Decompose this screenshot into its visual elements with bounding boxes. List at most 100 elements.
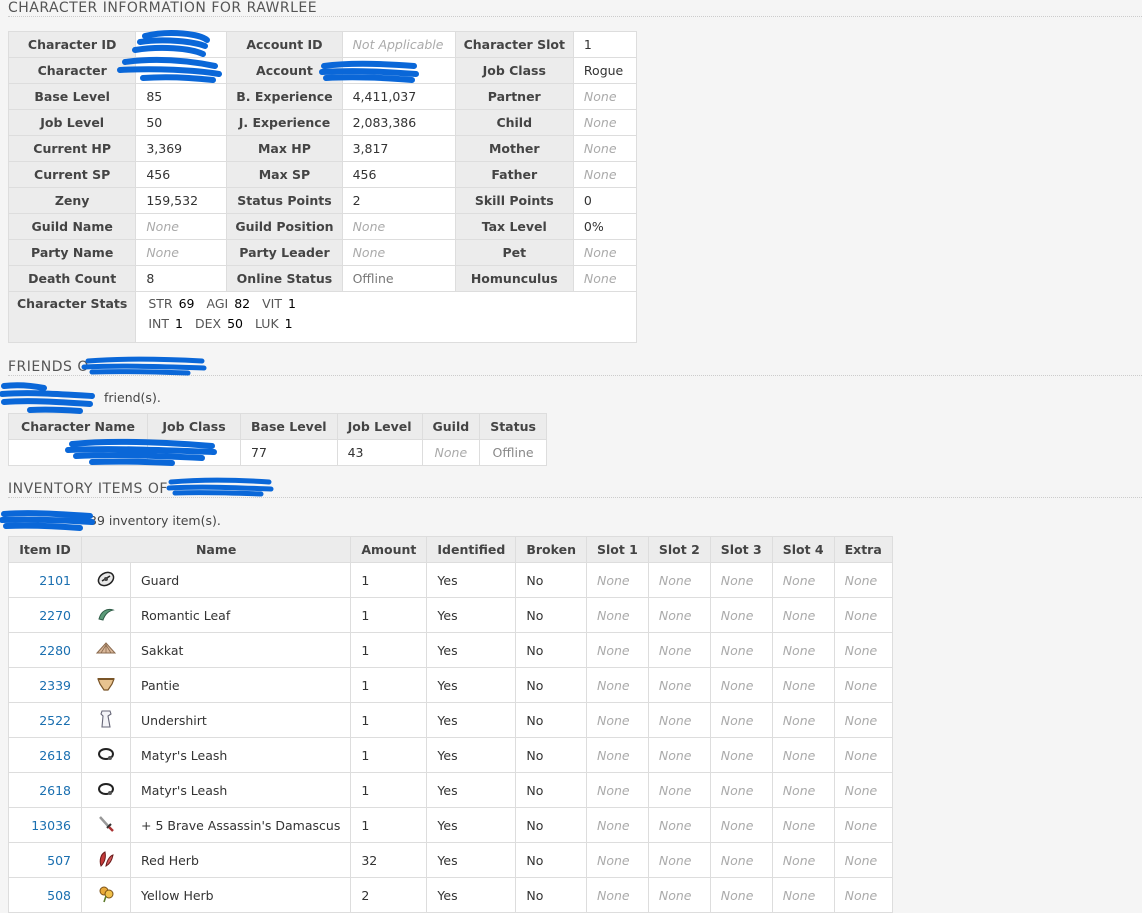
item-slot-1: None bbox=[585, 702, 649, 738]
character-info-row: Base Level 85 B. Experience 4,411,037 Partne… bbox=[7, 83, 637, 110]
item-slot-2: None bbox=[647, 842, 711, 878]
item-slot-4: None bbox=[771, 597, 835, 633]
item-slot-2: None bbox=[647, 877, 711, 913]
item-amount: 32 bbox=[350, 842, 428, 878]
stat-str-value: 69 bbox=[178, 296, 195, 311]
item-id-link[interactable]: 508 bbox=[8, 877, 82, 913]
item-slot-4: None bbox=[771, 877, 835, 913]
item-id-link[interactable]: 2270 bbox=[8, 597, 82, 633]
item-icon-cell bbox=[81, 562, 131, 598]
item-name: Undershirt bbox=[129, 702, 352, 738]
item-name: Matyr's Leash bbox=[129, 772, 352, 808]
item-extra: None bbox=[833, 772, 893, 808]
item-slot-3: None bbox=[709, 632, 773, 668]
item-broken: No bbox=[515, 632, 587, 668]
party-leader-label: Party Leader bbox=[226, 239, 343, 266]
item-id-link[interactable]: 2618 bbox=[8, 737, 82, 773]
item-slot-3: None bbox=[709, 562, 773, 598]
item-broken: No bbox=[515, 737, 587, 773]
stats-line: STR 69 AGI 82 VIT 1 bbox=[148, 294, 624, 314]
skill-points-value: 0 bbox=[572, 187, 637, 214]
friend-row: 77 43 None Offline bbox=[8, 439, 547, 466]
tax-level-value: 0% bbox=[572, 213, 637, 240]
yellow-herb-icon bbox=[95, 883, 117, 905]
item-id-link[interactable]: 13036 bbox=[8, 807, 82, 843]
item-icon-cell bbox=[81, 702, 131, 738]
character-info-row: Guild Name None Guild Position None Tax Leve… bbox=[7, 213, 637, 240]
stat-str-label: STR bbox=[148, 296, 173, 311]
item-slot-1: None bbox=[585, 877, 649, 913]
inventory-col-name: Name bbox=[80, 536, 352, 563]
character-stats-values: STR 69 AGI 82 VIT 1 INT 1 DEX 50 LUK 1 bbox=[135, 291, 637, 343]
account-value bbox=[341, 57, 456, 84]
item-amount: 1 bbox=[350, 597, 428, 633]
stats-line: INT 1 DEX 50 LUK 1 bbox=[148, 314, 624, 334]
item-id-link[interactable]: 507 bbox=[8, 842, 82, 878]
character-info-row: Character ID Account ID Not Applicable Char… bbox=[7, 31, 637, 58]
item-id-link[interactable]: 2339 bbox=[8, 667, 82, 703]
item-slot-1: None bbox=[585, 737, 649, 773]
skill-points-label: Skill Points bbox=[454, 187, 574, 214]
guild-position-value: None bbox=[341, 213, 456, 240]
inventory-row: 13036 + 5 Brave Assassin's Damascus 1 Yes No… bbox=[8, 807, 893, 843]
item-slot-1: None bbox=[585, 667, 649, 703]
inventory-row: 507 Red Herb 32 Yes No None None None None None bbox=[8, 842, 893, 878]
item-slot-2: None bbox=[647, 632, 711, 668]
j-experience-value: 2,083,386 bbox=[341, 109, 456, 136]
item-icon-cell bbox=[81, 632, 131, 668]
item-amount: 1 bbox=[350, 702, 428, 738]
stat-luk-label: LUK bbox=[254, 316, 279, 331]
account-id-label: Account ID bbox=[226, 31, 343, 58]
friend-job-level: 43 bbox=[336, 439, 423, 466]
friend-job-class bbox=[147, 439, 241, 466]
homunculus-value: None bbox=[572, 265, 637, 292]
item-id-link[interactable]: 2522 bbox=[8, 702, 82, 738]
inventory-col-identified: Identified bbox=[426, 536, 517, 563]
item-name: Yellow Herb bbox=[129, 877, 352, 913]
inventory-row: 508 Yellow Herb 2 Yes No None None None None None bbox=[8, 877, 893, 913]
guild-position-label: Guild Position bbox=[226, 213, 343, 240]
child-label: Child bbox=[454, 109, 574, 136]
inventory-section-heading: INVENTORY ITEMS OF bbox=[8, 481, 168, 497]
item-slot-2: None bbox=[647, 702, 711, 738]
child-value: None bbox=[572, 109, 637, 136]
item-broken: No bbox=[515, 807, 587, 843]
item-id-link[interactable]: 2101 bbox=[8, 562, 82, 598]
item-slot-4: None bbox=[771, 702, 835, 738]
job-level-value: 50 bbox=[135, 109, 228, 136]
inventory-table: Item ID Name Amount Identified Broken Slot 1S… bbox=[8, 536, 893, 913]
stat-dex-value: 50 bbox=[227, 316, 243, 331]
item-slot-3: None bbox=[709, 877, 773, 913]
item-id-link[interactable]: 2280 bbox=[8, 632, 82, 668]
character-slot-value: 1 bbox=[572, 31, 637, 58]
character-stats-label: Character Stats bbox=[7, 291, 137, 343]
item-slot-2: None bbox=[647, 597, 711, 633]
homunculus-label: Homunculus bbox=[454, 265, 574, 292]
max-hp-value: 3,817 bbox=[341, 135, 456, 162]
item-id-link[interactable]: 2618 bbox=[8, 772, 82, 808]
inventory-col-slot-3: Slot 3 bbox=[709, 536, 773, 563]
item-identified: Yes bbox=[426, 807, 517, 843]
pet-value: None bbox=[572, 239, 637, 266]
item-slot-3: None bbox=[709, 702, 773, 738]
inventory-row: 2101 Guard 1 Yes No None None None None None bbox=[8, 562, 893, 598]
tax-level-label: Tax Level bbox=[454, 213, 574, 240]
item-extra: None bbox=[833, 842, 893, 878]
item-identified: Yes bbox=[426, 667, 517, 703]
item-icon-cell bbox=[81, 772, 131, 808]
mother-label: Mother bbox=[454, 135, 574, 162]
zeny-value: 159,532 bbox=[135, 187, 228, 214]
inventory-row: 2280 Sakkat 1 Yes No None None None None None bbox=[8, 632, 893, 668]
friend-guild: None bbox=[421, 439, 481, 466]
inventory-row: 2270 Romantic Leaf 1 Yes No None None None None N… bbox=[8, 597, 893, 633]
guild-name-value: None bbox=[135, 213, 228, 240]
job-class-value: Rogue bbox=[572, 57, 637, 84]
partner-value: None bbox=[572, 83, 637, 110]
item-extra: None bbox=[833, 737, 893, 773]
friend-name[interactable] bbox=[8, 439, 148, 466]
item-amount: 1 bbox=[350, 772, 428, 808]
status-points-value: 2 bbox=[341, 187, 456, 214]
item-slot-2: None bbox=[647, 667, 711, 703]
character-info-row: Current SP 456 Max SP 456 Father None bbox=[7, 161, 637, 188]
character-info-row: Current HP 3,369 Max HP 3,817 Mother None bbox=[7, 135, 637, 162]
